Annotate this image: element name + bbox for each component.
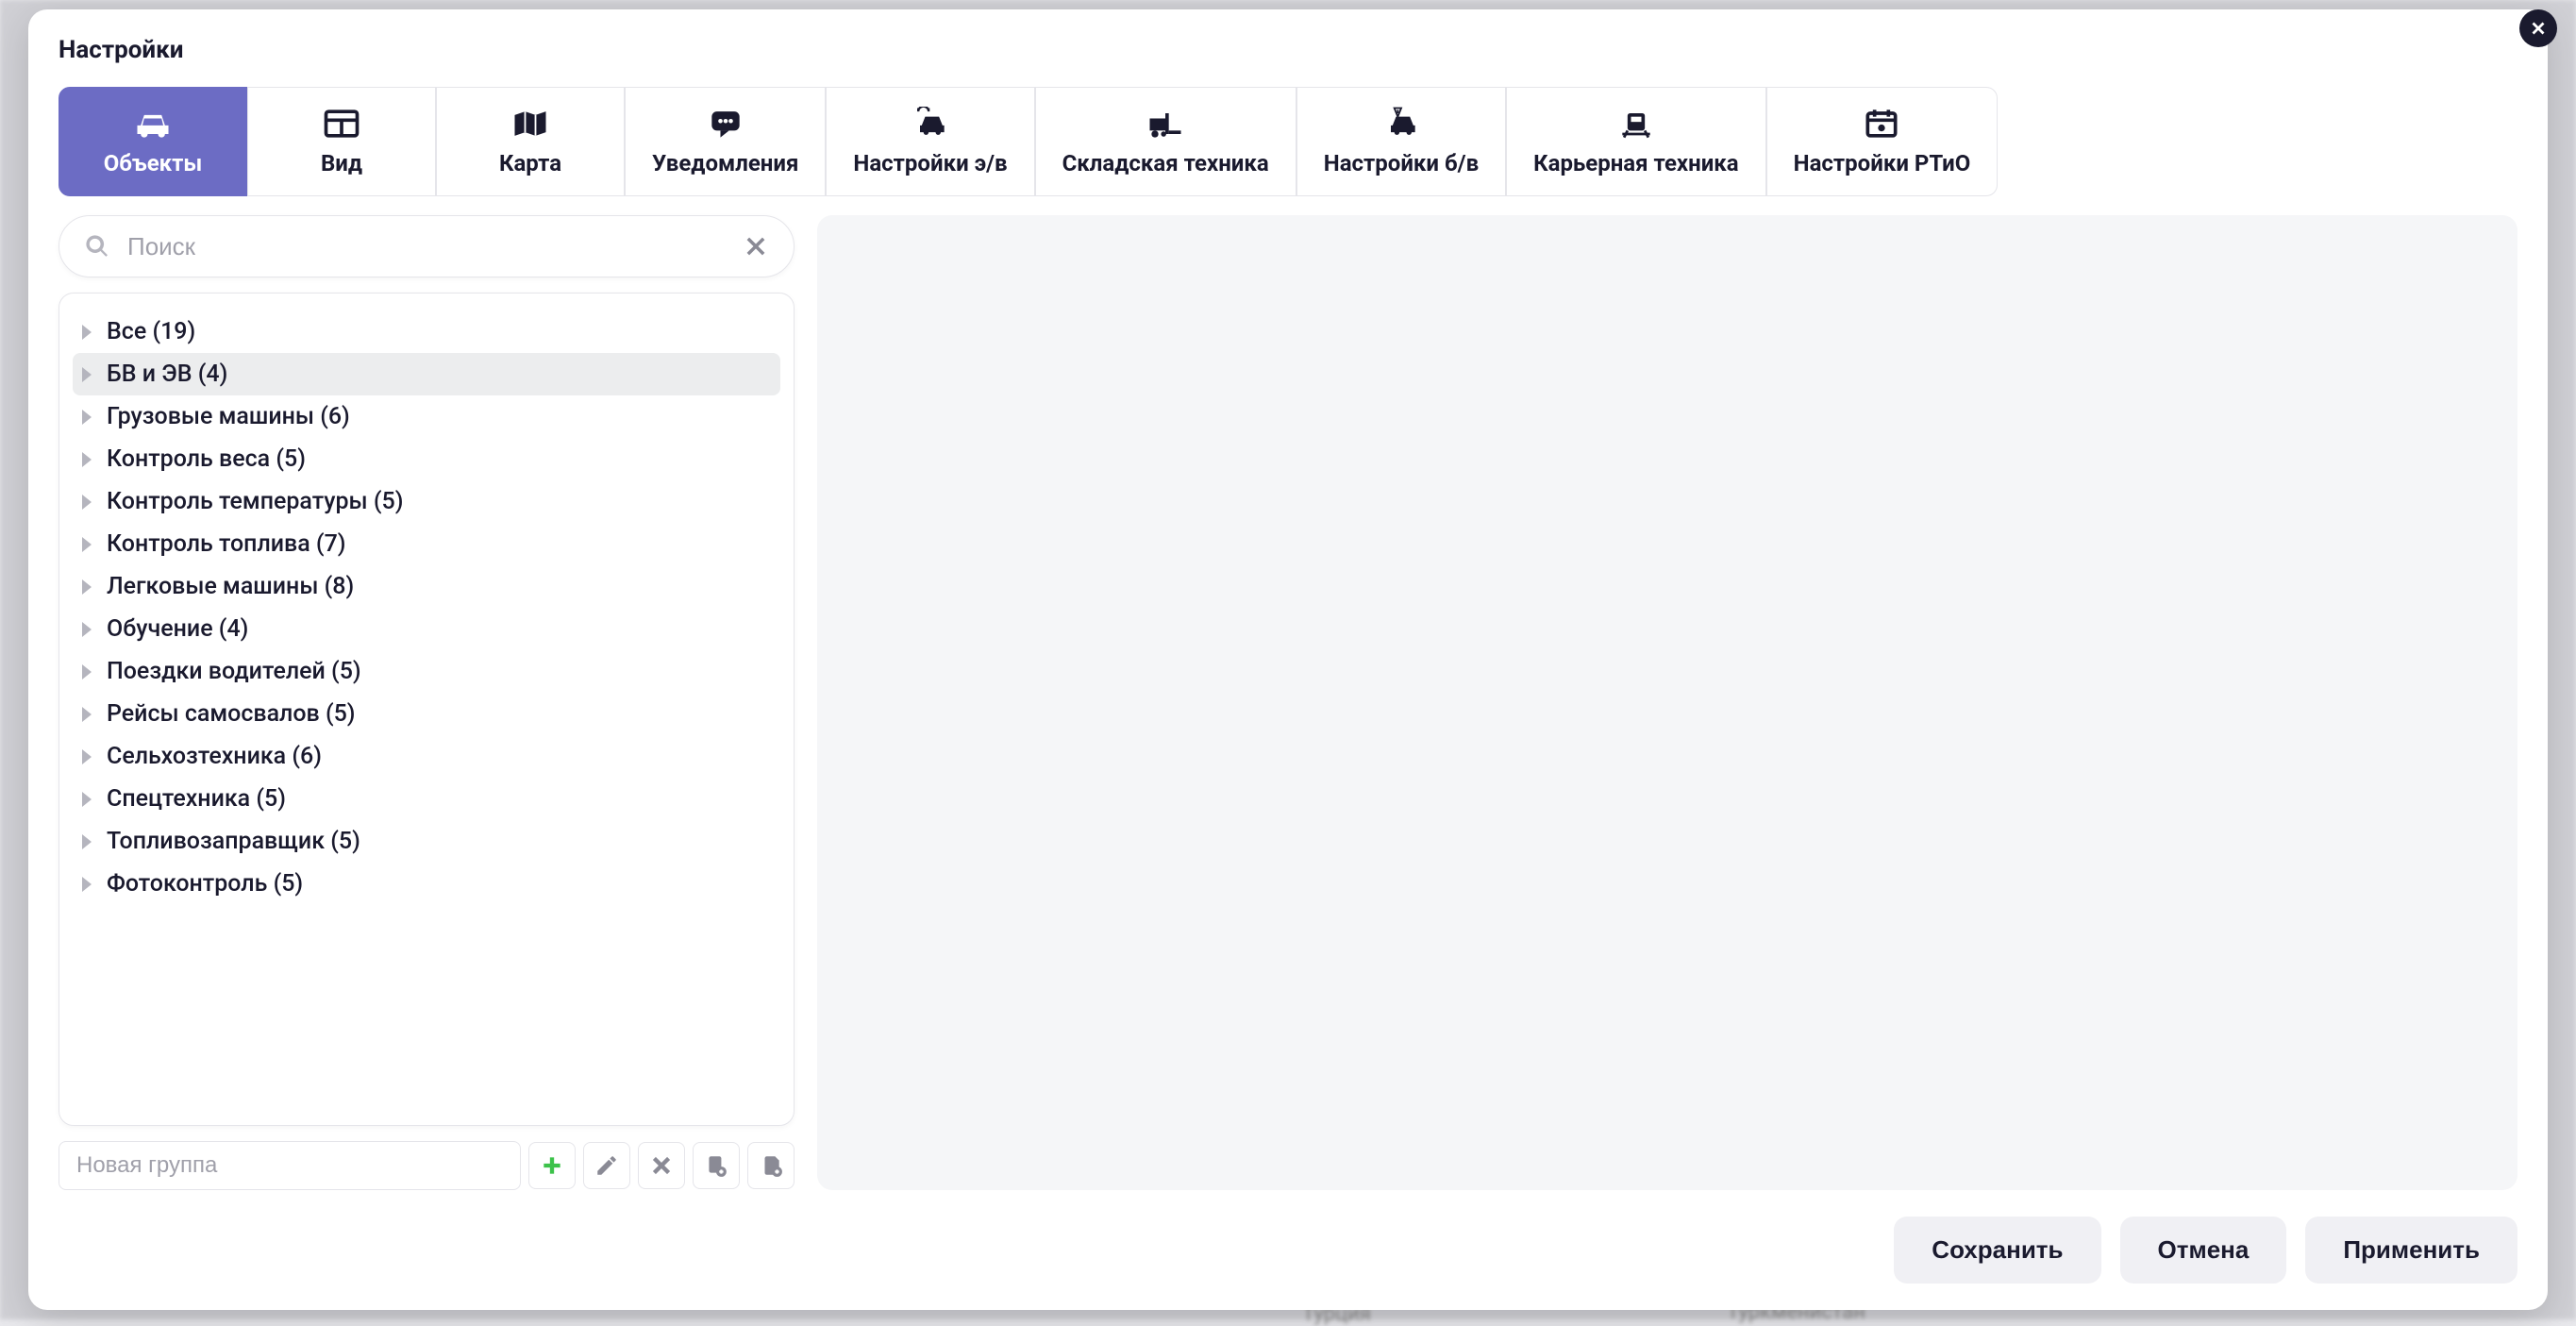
- car-icon: [132, 107, 174, 141]
- settings-modal: Настройки Объекты Вид Карта Уведомления: [28, 9, 2548, 1310]
- tab-label: Объекты: [104, 150, 203, 176]
- tree-item-label: Грузовые машины (6): [107, 403, 350, 430]
- tab-quarry[interactable]: Карьерная техника: [1506, 87, 1766, 196]
- tab-map[interactable]: Карта: [436, 87, 625, 196]
- tab-label: Настройки э/в: [853, 150, 1007, 176]
- modal-footer: Сохранить Отмена Применить: [59, 1217, 2517, 1284]
- tab-ev-settings[interactable]: Настройки э/в: [826, 87, 1034, 196]
- tab-notifications[interactable]: Уведомления: [625, 87, 826, 196]
- tab-label: Настройки РТиО: [1794, 150, 1971, 176]
- tree-item[interactable]: БВ и ЭВ (4): [73, 353, 780, 395]
- tree-item-label: Контроль веса (5): [107, 445, 306, 473]
- map-icon: [510, 107, 551, 141]
- tree-item[interactable]: Спецтехника (5): [73, 778, 780, 820]
- tree-item[interactable]: Рейсы самосвалов (5): [73, 693, 780, 735]
- tree-item-label: Рейсы самосвалов (5): [107, 700, 356, 728]
- tab-label: Складская техника: [1062, 150, 1269, 176]
- save-button[interactable]: Сохранить: [1894, 1217, 2100, 1284]
- add-group-button[interactable]: [528, 1142, 576, 1189]
- tree-item-label: Контроль топлива (7): [107, 530, 346, 558]
- tree-item-label: Спецтехника (5): [107, 785, 286, 813]
- caret-right-icon: [82, 877, 92, 892]
- tree-item-label: Все (19): [107, 318, 195, 345]
- tab-warehouse[interactable]: Складская техника: [1035, 87, 1296, 196]
- tree-item-label: Поездки водителей (5): [107, 658, 361, 685]
- warning-car-icon: [1380, 107, 1422, 141]
- tree-item[interactable]: Обучение (4): [73, 608, 780, 650]
- tab-objects[interactable]: Объекты: [59, 87, 247, 196]
- tree-item[interactable]: Грузовые машины (6): [73, 395, 780, 438]
- clipboard-in-icon: [704, 1153, 728, 1178]
- train-icon: [1615, 107, 1657, 141]
- caret-right-icon: [82, 325, 92, 340]
- tab-rtio[interactable]: Настройки РТиО: [1766, 87, 1999, 196]
- modal-body: Все (19) БВ и ЭВ (4) Грузовые машины (6)…: [59, 215, 2517, 1190]
- clear-icon[interactable]: [743, 233, 769, 260]
- x-icon: [649, 1153, 674, 1178]
- tree-item[interactable]: Фотоконтроль (5): [73, 863, 780, 905]
- left-panel: Все (19) БВ и ЭВ (4) Грузовые машины (6)…: [59, 215, 795, 1190]
- caret-right-icon: [82, 537, 92, 552]
- copy-out-button[interactable]: [747, 1142, 795, 1189]
- caret-right-icon: [82, 367, 92, 382]
- plus-icon: [540, 1153, 564, 1178]
- caret-right-icon: [82, 707, 92, 722]
- tree-panel: Все (19) БВ и ЭВ (4) Грузовые машины (6)…: [59, 293, 795, 1126]
- tab-view[interactable]: Вид: [247, 87, 436, 196]
- tree-item[interactable]: Все (19): [73, 311, 780, 353]
- tree-item[interactable]: Легковые машины (8): [73, 565, 780, 608]
- caret-right-icon: [82, 452, 92, 467]
- caret-right-icon: [82, 579, 92, 595]
- tree-item[interactable]: Контроль топлива (7): [73, 523, 780, 565]
- close-icon: [2528, 18, 2549, 39]
- clipboard-out-icon: [759, 1153, 783, 1178]
- tree-item-label: Легковые машины (8): [107, 573, 354, 600]
- tabs-bar: Объекты Вид Карта Уведомления Настройки …: [59, 87, 2517, 196]
- tab-bv-settings[interactable]: Настройки б/в: [1296, 87, 1506, 196]
- calendar-icon: [1861, 107, 1902, 141]
- tab-label: Настройки б/в: [1324, 150, 1479, 176]
- tree-item-label: Топливозаправщик (5): [107, 828, 360, 855]
- pencil-icon: [594, 1153, 619, 1178]
- apply-button[interactable]: Применить: [2305, 1217, 2517, 1284]
- caret-right-icon: [82, 622, 92, 637]
- search-field-wrap: [59, 215, 795, 277]
- search-icon: [84, 233, 110, 260]
- close-button[interactable]: [2519, 9, 2557, 47]
- delete-group-button[interactable]: [638, 1142, 685, 1189]
- caret-right-icon: [82, 410, 92, 425]
- edit-group-button[interactable]: [583, 1142, 630, 1189]
- tree-item[interactable]: Контроль веса (5): [73, 438, 780, 480]
- group-toolbar: [59, 1141, 795, 1190]
- copy-in-button[interactable]: [693, 1142, 740, 1189]
- caret-right-icon: [82, 664, 92, 680]
- tree-item[interactable]: Сельхозтехника (6): [73, 735, 780, 778]
- tree-item-label: Обучение (4): [107, 615, 248, 643]
- search-input[interactable]: [127, 232, 743, 261]
- tab-label: Карта: [499, 150, 561, 176]
- caret-right-icon: [82, 749, 92, 764]
- cancel-button[interactable]: Отмена: [2120, 1217, 2287, 1284]
- chat-icon: [705, 107, 746, 141]
- caret-right-icon: [82, 495, 92, 510]
- tree-item-label: Контроль температуры (5): [107, 488, 403, 515]
- forklift-icon: [1145, 107, 1186, 141]
- content-area: [817, 215, 2517, 1190]
- caret-right-icon: [82, 834, 92, 849]
- caret-right-icon: [82, 792, 92, 807]
- tree-item[interactable]: Топливозаправщик (5): [73, 820, 780, 863]
- tree-item-label: БВ и ЭВ (4): [107, 361, 227, 388]
- tab-label: Вид: [321, 150, 362, 176]
- tree-item[interactable]: Поездки водителей (5): [73, 650, 780, 693]
- grid-icon: [321, 107, 362, 141]
- tab-label: Карьерная техника: [1533, 150, 1739, 176]
- tree-item[interactable]: Контроль температуры (5): [73, 480, 780, 523]
- modal-title: Настройки: [59, 36, 2517, 64]
- ev-car-icon: [910, 107, 951, 141]
- new-group-input[interactable]: [59, 1141, 521, 1190]
- tree-item-label: Сельхозтехника (6): [107, 743, 322, 770]
- tree-item-label: Фотоконтроль (5): [107, 870, 303, 898]
- tab-label: Уведомления: [652, 150, 798, 176]
